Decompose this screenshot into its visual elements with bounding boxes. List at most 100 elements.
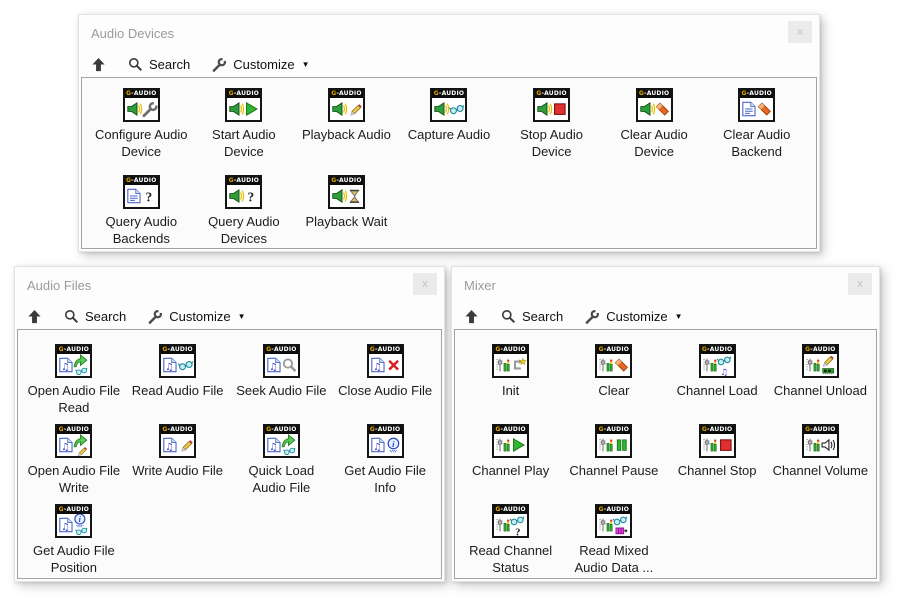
palette-item[interactable]: G-AUDIO Clear Audio Device	[603, 88, 706, 175]
palette-item-label: Open Audio File Write	[24, 462, 124, 496]
g-audio-banner: G-AUDIO	[740, 90, 773, 98]
g-audio-banner: G-AUDIO	[804, 346, 837, 354]
palette-item-label: Query Audio Backends	[91, 213, 191, 247]
palette-item-label: Get Audio File Info	[335, 462, 435, 496]
speaker-glyph	[432, 98, 465, 120]
palette-item[interactable]: G-AUDIO♫ Seek Audio File	[230, 344, 334, 424]
speaker-glyph: ?	[227, 185, 260, 207]
title-bar: Audio Devices x	[79, 15, 819, 51]
palette-item[interactable]: G-AUDIO Channel Volume	[769, 424, 872, 504]
palette-item[interactable]: G-AUDIOChannel Pause	[562, 424, 665, 504]
up-level-button[interactable]	[91, 57, 106, 72]
close-button[interactable]: x	[413, 273, 437, 295]
close-button[interactable]: x	[788, 21, 812, 43]
customize-button[interactable]: Customize ▼	[148, 309, 245, 324]
g-audio-banner: G-AUDIO	[227, 177, 260, 185]
musicdoc-glyph: ♫	[57, 434, 90, 456]
search-button[interactable]: Search	[501, 309, 563, 324]
vi-icon-musicdoc: G-AUDIO♫i	[55, 504, 92, 538]
speaker-glyph	[638, 98, 671, 120]
palette-item[interactable]: G-AUDIO Clear Audio Backend	[705, 88, 808, 175]
vi-icon-speaker: G-AUDIO	[636, 88, 673, 122]
wrench-icon	[148, 309, 163, 324]
g-audio-banner: G-AUDIO	[57, 346, 90, 354]
vi-icon-musicdoc: G-AUDIO♫	[367, 344, 404, 378]
palette-item[interactable]: G-AUDIO? Query Audio Devices	[193, 175, 296, 249]
up-level-button[interactable]	[27, 309, 42, 324]
palette-item[interactable]: G-AUDIOChannel Play	[459, 424, 562, 504]
svg-text:♫: ♫	[720, 368, 728, 376]
close-button[interactable]: x	[848, 273, 872, 295]
search-button[interactable]: Search	[64, 309, 126, 324]
svg-text:♫: ♫	[61, 362, 70, 373]
g-audio-banner: G-AUDIO	[125, 90, 158, 98]
mixer-glyph	[597, 354, 630, 376]
up-arrow-icon	[91, 57, 106, 72]
palette-content: G-AUDIO♫Open Audio File ReadG-AUDIO♫Read…	[17, 329, 442, 579]
palette-item[interactable]: G-AUDIO♫i Get Audio File Info	[333, 424, 437, 504]
up-arrow-icon	[27, 309, 42, 324]
svg-text:♫: ♫	[61, 522, 70, 533]
musicdoc-glyph: ♫	[265, 354, 298, 376]
palette-item-label: Playback Wait	[305, 213, 387, 230]
palette-item-label: Quick Load Audio File	[231, 462, 331, 496]
g-audio-banner: G-AUDIO	[369, 426, 402, 434]
search-button[interactable]: Search	[128, 57, 190, 72]
palette-item-label: Clear Audio Device	[604, 126, 704, 160]
palette-item-label: Init	[502, 382, 519, 399]
palette-item[interactable]: G-AUDIO Read Mixed Audio Data ...	[562, 504, 665, 579]
customize-button[interactable]: Customize ▼	[585, 309, 682, 324]
palette-item[interactable]: G-AUDIOChannel Stop	[666, 424, 769, 504]
palette-item[interactable]: G-AUDIO♫Quick Load Audio File	[230, 424, 334, 504]
svg-text:♫: ♫	[269, 442, 278, 453]
search-label: Search	[149, 57, 190, 72]
vi-icon-speaker: G-AUDIO	[123, 88, 160, 122]
palette-item[interactable]: G-AUDIO♫Channel Load	[666, 344, 769, 424]
customize-button[interactable]: Customize ▼	[212, 57, 309, 72]
palette-item[interactable]: G-AUDIOPlayback Audio	[295, 88, 398, 175]
palette-item-label: Read Mixed Audio Data ...	[564, 542, 664, 576]
palette-item[interactable]: G-AUDIOStop Audio Device	[500, 88, 603, 175]
palette-item[interactable]: G-AUDIO♫iGet Audio File Position	[22, 504, 126, 579]
palette-item-label: Clear Audio Backend	[707, 126, 807, 160]
palette-item-label: Query Audio Devices	[194, 213, 294, 247]
palette-item[interactable]: G-AUDIOStart Audio Device	[193, 88, 296, 175]
mixer-glyph	[701, 434, 734, 456]
palette-item[interactable]: G-AUDIOCapture Audio	[398, 88, 501, 175]
g-audio-banner: G-AUDIO	[57, 426, 90, 434]
palette-item-label: Seek Audio File	[236, 382, 326, 399]
palette-item[interactable]: G-AUDIOInit	[459, 344, 562, 424]
palette-item-label: Channel Volume	[773, 462, 868, 479]
g-audio-banner: G-AUDIO	[701, 346, 734, 354]
musicdoc-glyph: ♫	[265, 434, 298, 456]
g-audio-banner: G-AUDIO	[265, 346, 298, 354]
palette-item[interactable]: G-AUDIOChannel Unload	[769, 344, 872, 424]
palette-item[interactable]: G-AUDIO♫Close Audio File	[333, 344, 437, 424]
palette-item[interactable]: G-AUDIO♫Open Audio File Read	[22, 344, 126, 424]
g-audio-banner: G-AUDIO	[369, 346, 402, 354]
g-audio-banner: G-AUDIO	[597, 506, 630, 514]
palette-item[interactable]: G-AUDIO?Read Channel Status	[459, 504, 562, 579]
g-audio-banner: G-AUDIO	[330, 90, 363, 98]
chevron-down-icon: ▼	[675, 312, 683, 321]
palette-item[interactable]: G-AUDIO♫Write Audio File	[126, 424, 230, 504]
search-icon	[501, 309, 516, 324]
palette-item[interactable]: G-AUDIO?Query Audio Backends	[90, 175, 193, 249]
vi-icon-textdoc: G-AUDIO	[738, 88, 775, 122]
vi-icon-musicdoc: G-AUDIO♫i	[367, 424, 404, 458]
palette-item[interactable]: G-AUDIOPlayback Wait	[295, 175, 398, 249]
g-audio-banner: G-AUDIO	[161, 346, 194, 354]
mixer-glyph: ♫	[701, 354, 734, 376]
palette-item[interactable]: G-AUDIO♫ Open Audio File Write	[22, 424, 126, 504]
vi-icon-mixer: G-AUDIO	[802, 424, 839, 458]
palette-item[interactable]: G-AUDIOClear	[562, 344, 665, 424]
up-level-button[interactable]	[464, 309, 479, 324]
wrench-icon	[212, 57, 227, 72]
palette-item[interactable]: G-AUDIOConfigure Audio Device	[90, 88, 193, 175]
g-audio-banner: G-AUDIO	[494, 426, 527, 434]
vi-icon-mixer: G-AUDIO	[699, 424, 736, 458]
vi-icon-mixer: G-AUDIO	[595, 504, 632, 538]
window-title: Audio Devices	[91, 26, 174, 41]
palette-item[interactable]: G-AUDIO♫Read Audio File	[126, 344, 230, 424]
mixer-glyph	[597, 434, 630, 456]
